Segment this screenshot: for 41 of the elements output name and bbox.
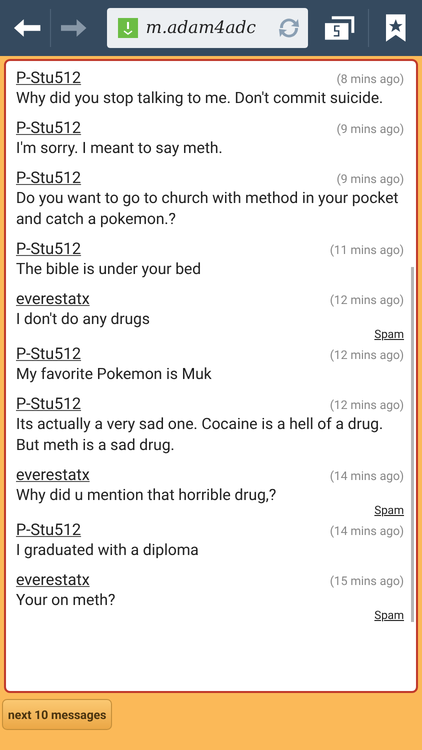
username-link[interactable]: P-Stu512: [16, 168, 82, 187]
site-icon: [118, 18, 138, 38]
message-time: (14 mins ago): [330, 524, 404, 538]
spam-link[interactable]: Spam: [374, 503, 404, 517]
username-link[interactable]: P-Stu512: [16, 118, 82, 137]
username-link[interactable]: everestatx: [16, 570, 90, 589]
message-text: Why did u mention that horrible drug,?: [16, 485, 278, 506]
message-time: (9 mins ago): [336, 172, 404, 186]
username-link[interactable]: P-Stu512: [16, 520, 82, 539]
spam-link[interactable]: Spam: [374, 608, 404, 622]
message-text: Why did you stop talking to me. Don't commit suicide.: [16, 88, 384, 109]
username-link[interactable]: P-Stu512: [16, 394, 82, 413]
message-time: (11 mins ago): [330, 243, 404, 257]
username-link[interactable]: everestatx: [16, 465, 90, 484]
url-text: m.adam4adc: [146, 18, 257, 38]
message-text: Do you want to go to church with method in your pocket and catch a pokemon.?: [16, 188, 400, 230]
message-time: (15 mins ago): [330, 574, 404, 588]
message-text: I don't do any drugs: [16, 309, 151, 330]
tabs-icon[interactable]: [324, 15, 356, 41]
message-text: My favorite Pokemon is Muk: [16, 364, 213, 385]
message-time: (9 mins ago): [336, 122, 404, 136]
username-link[interactable]: P-Stu512: [16, 344, 82, 363]
message-time: (8 mins ago): [336, 72, 404, 86]
spam-link[interactable]: Spam: [374, 327, 404, 341]
username-link[interactable]: everestatx: [16, 289, 90, 308]
forward-icon[interactable]: [61, 19, 87, 37]
next-messages-button[interactable]: next 10 messages: [2, 699, 112, 730]
message-text: The bible is under your bed: [16, 259, 202, 280]
address-bar[interactable]: m.adam4adc: [106, 8, 308, 48]
message-time: (12 mins ago): [330, 398, 404, 412]
message-text: I graduated with a diploma: [16, 540, 200, 561]
message-text: Your on meth?: [16, 590, 116, 611]
back-icon[interactable]: [14, 18, 42, 38]
username-link[interactable]: P-Stu512: [16, 239, 82, 258]
username-link[interactable]: P-Stu512: [16, 68, 82, 87]
message-time: (12 mins ago): [330, 348, 404, 362]
message-text: Its actually a very sad one. Cocaine is a hell of a drug. But meth is a sad drug.: [16, 414, 384, 456]
message-time: (12 mins ago): [330, 293, 404, 307]
message-text: I'm sorry. I meant to say meth.: [16, 138, 224, 159]
bookmark-icon[interactable]: [386, 14, 406, 42]
message-time: (14 mins ago): [330, 469, 404, 483]
